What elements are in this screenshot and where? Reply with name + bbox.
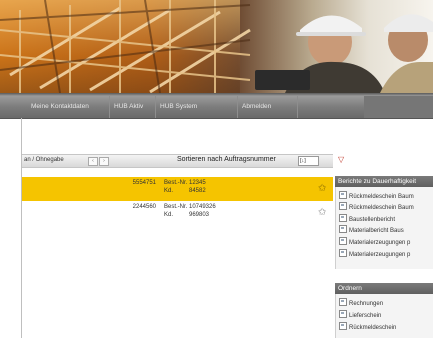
pager-prev-button[interactable]: ‹ xyxy=(88,157,98,166)
pager-next-button[interactable]: › xyxy=(99,157,109,166)
panel-header-berichte[interactable]: Berichte zu Dauerhaftigkeit xyxy=(335,176,433,187)
document-icon xyxy=(339,322,347,330)
panel-link-label: Rückmeldeschein xyxy=(349,325,397,331)
document-icon xyxy=(339,249,347,257)
panel-link-label: Materialerzeugungen p xyxy=(349,252,411,258)
panel-link[interactable]: Rechnungen xyxy=(339,298,383,307)
customer-value: 969803 xyxy=(189,212,210,218)
panel-link-label: Materialbericht Baus xyxy=(349,228,404,234)
star-icon[interactable]: ✩ xyxy=(318,183,326,194)
nav-item-abmelden[interactable]: Abmelden xyxy=(238,96,298,118)
panel-link[interactable]: Materialbericht Baus xyxy=(339,225,404,234)
panel-link[interactable]: Rückmeldeschein Baum xyxy=(339,202,414,211)
filter-label: an / Ohnegabe xyxy=(24,157,64,163)
order-number: 2244560 xyxy=(132,204,156,210)
order-value: 12345 xyxy=(189,180,206,186)
document-icon xyxy=(339,214,347,222)
document-icon xyxy=(339,310,347,318)
hero-banner xyxy=(0,0,433,93)
panel-link-label: Rechnungen xyxy=(349,301,384,307)
panel-link[interactable]: Baustellenbericht xyxy=(339,214,395,223)
nav-item-hub-system[interactable]: HUB System xyxy=(156,96,238,118)
panel-link-label: Baustellenbericht xyxy=(349,217,396,223)
order-row[interactable]: 2244560 Best.-Nr. 10749326 Kd. 969803 ✩ xyxy=(22,201,333,225)
main-nav: Meine Kontaktdaten HUB Aktiv HUB System … xyxy=(0,96,433,119)
customer-label: Kd. xyxy=(164,188,174,194)
nav-item-hub-aktiv[interactable]: HUB Aktiv xyxy=(110,96,156,118)
nav-item-meine-kontaktdaten[interactable]: Meine Kontaktdaten xyxy=(27,96,110,118)
panel-link-label: Rückmeldeschein Baum xyxy=(349,205,414,211)
sort-label: Sortieren nach Auftragsnummer xyxy=(177,156,276,163)
document-icon xyxy=(339,237,347,245)
star-icon[interactable]: ✩ xyxy=(318,207,326,218)
customer-label: Kd. xyxy=(164,212,174,218)
funnel-icon[interactable]: ▽ xyxy=(338,155,344,164)
customer-value: 84582 xyxy=(189,188,206,194)
panel-link-label: Lieferschein xyxy=(349,313,382,319)
order-row[interactable]: 5554751 Best.-Nr. 12345 Kd. 84582 ✩ xyxy=(22,177,333,201)
scaffolding-illustration xyxy=(0,0,433,93)
panel-link[interactable]: Lieferschein xyxy=(339,310,381,319)
panel-link-label: Materialerzeugungen p xyxy=(349,240,411,246)
document-icon xyxy=(339,225,347,233)
order-value: 10749326 xyxy=(189,204,216,210)
document-icon xyxy=(339,298,347,306)
panel-berichte: Rückmeldeschein Baum Rückmeldeschein Bau… xyxy=(335,187,433,269)
document-icon xyxy=(339,191,347,199)
panel-link[interactable]: Rückmeldeschein xyxy=(339,322,396,331)
nav-filler xyxy=(364,96,433,118)
panel-link-label: Rückmeldeschein Baum xyxy=(349,194,414,200)
panel-link[interactable]: Materialerzeugungen p xyxy=(339,237,410,246)
sort-direction-select[interactable]: [↓] xyxy=(298,156,319,166)
panel-link[interactable]: Rückmeldeschein Baum xyxy=(339,191,414,200)
order-number: 5554751 xyxy=(132,180,156,186)
panel-link[interactable]: Materialerzeugungen p xyxy=(339,249,410,258)
content-left-border xyxy=(21,118,22,338)
worker-figures xyxy=(255,14,433,93)
document-icon xyxy=(339,202,347,210)
panel-header-ordnern[interactable]: Ordnern xyxy=(335,283,433,294)
grid-toolbar: an / Ohnegabe ‹ › Sortieren nach Auftrag… xyxy=(22,154,333,168)
order-label: Best.-Nr. xyxy=(164,204,188,210)
order-label: Best.-Nr. xyxy=(164,180,188,186)
panel-ordnern: Rechnungen Lieferschein Rückmeldeschein xyxy=(335,294,433,338)
